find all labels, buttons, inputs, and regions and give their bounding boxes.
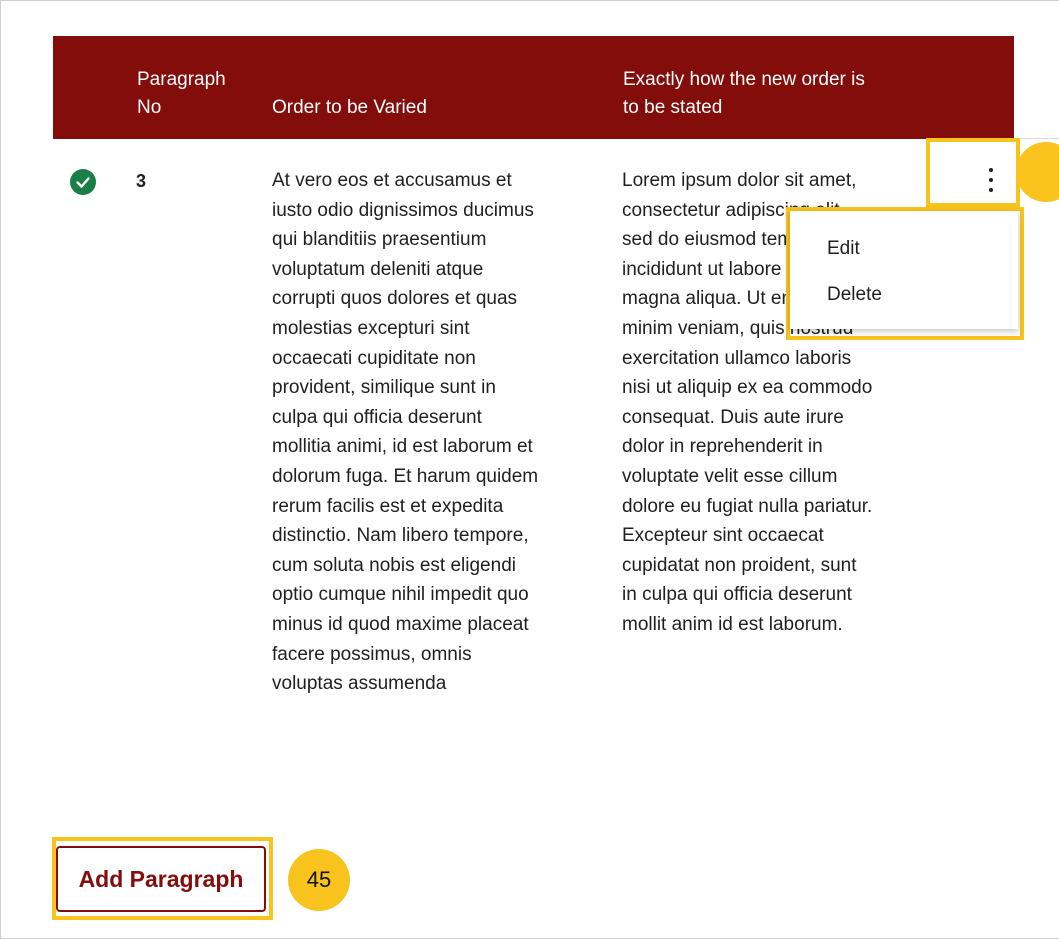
header-paragraph-no: Paragraph No <box>137 69 226 118</box>
row-actions-menu: Edit Delete <box>790 211 1018 329</box>
menu-item-edit[interactable]: Edit <box>827 236 860 262</box>
header-divider <box>1014 138 1059 139</box>
add-paragraph-button[interactable]: Add Paragraph <box>56 846 266 912</box>
check-circle-icon <box>70 169 96 195</box>
header-order-to-be-varied: Order to be Varied <box>272 97 427 118</box>
table-header: Paragraph No Order to be Varied Exactly … <box>53 36 1014 139</box>
kebab-highlight <box>926 138 1020 207</box>
paragraph-number: 3 <box>136 171 147 191</box>
menu-item-delete[interactable]: Delete <box>827 282 882 308</box>
header-new-order: Exactly how the new order is to be state… <box>623 69 865 118</box>
more-options-icon[interactable] <box>986 168 996 192</box>
callout-45: 45 <box>288 849 350 911</box>
order-to-be-varied-text: At vero eos et accusamus et iusto odio d… <box>272 170 539 695</box>
